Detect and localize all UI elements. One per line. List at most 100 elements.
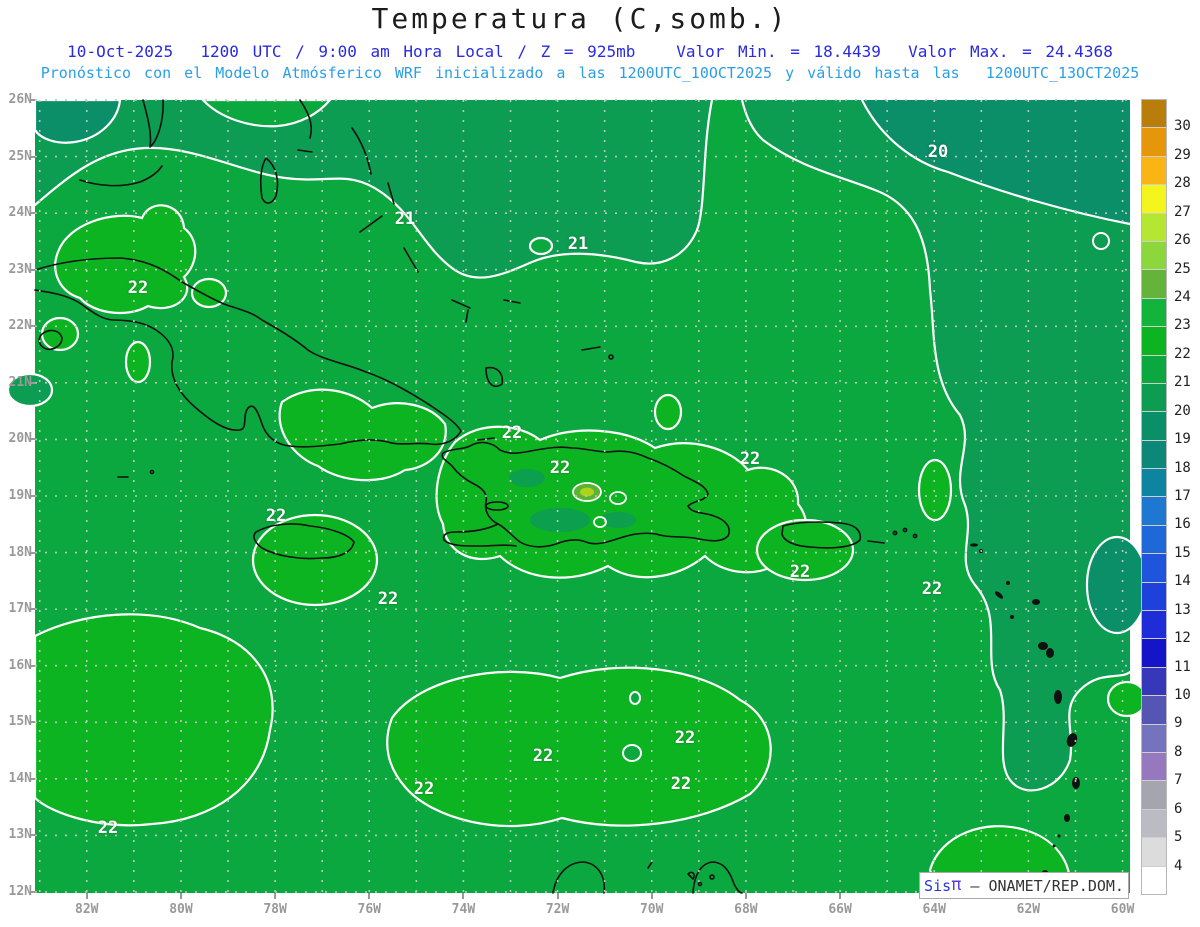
colorbar-block <box>1142 298 1166 328</box>
contour-value-label: 22 <box>921 579 943 599</box>
lon-tick <box>556 893 559 899</box>
colorbar-number: 26 <box>1174 232 1191 249</box>
colorbar-block <box>1142 667 1166 697</box>
lat-tick <box>30 381 35 384</box>
colorbar-number: 10 <box>1174 687 1191 703</box>
lat-label: 24N <box>8 205 32 221</box>
lon-tick <box>368 893 371 899</box>
lat-tick <box>30 438 35 441</box>
colorbar-block <box>1142 185 1166 214</box>
lon-tick <box>462 893 465 899</box>
contour-value-label: 22 <box>532 746 554 766</box>
colorbar-number: 5 <box>1174 829 1183 846</box>
colorbar-block <box>1142 781 1166 810</box>
colorbar-number: 25 <box>1174 260 1191 277</box>
colorbar-block <box>1142 866 1166 894</box>
colorbar-number: 29 <box>1174 146 1191 163</box>
colorbar-block <box>1142 412 1166 441</box>
pi-symbol: π <box>951 875 962 895</box>
contour-value-label: 22 <box>413 779 435 799</box>
lon-tick <box>650 893 653 899</box>
lat-tick <box>30 551 35 554</box>
colorbar-number: 27 <box>1174 203 1191 220</box>
lon-label: 72W <box>545 902 570 917</box>
colorbar-number: 13 <box>1174 601 1191 618</box>
lon-tick <box>274 893 277 899</box>
lat-tick <box>30 325 35 328</box>
lat-label: 20N <box>8 431 32 447</box>
colorbar-number: 24 <box>1174 289 1191 305</box>
contour-value-label: 22 <box>674 728 696 748</box>
colorbar-number: 20 <box>1174 402 1191 419</box>
temperature-colorbar <box>1141 99 1167 895</box>
weather-map-page: Temperatura (C,somb.) 10-Oct-2025 1200 U… <box>0 0 1200 927</box>
lon-label: 78W <box>263 902 287 917</box>
credit-sis: Sis <box>924 876 952 895</box>
lat-tick <box>30 155 35 158</box>
contour-value-label: 22 <box>549 458 571 478</box>
colorbar-number: 23 <box>1174 317 1191 334</box>
colorbar-block <box>1142 440 1166 470</box>
lon-tick <box>839 893 842 899</box>
contour-value-label: 21 <box>567 234 589 254</box>
lat-label: 26N <box>8 92 32 107</box>
colorbar-block <box>1142 525 1166 555</box>
contour-value-label: 20 <box>927 142 949 162</box>
colorbar-number: 12 <box>1174 630 1191 647</box>
lon-label: 60W <box>1110 902 1135 917</box>
colorbar-block <box>1142 696 1166 725</box>
lon-label: 74W <box>451 902 476 917</box>
colorbar-number: 14 <box>1174 573 1191 590</box>
colorbar-block <box>1142 100 1166 129</box>
colorbar-block <box>1142 213 1166 242</box>
lon-label: 80W <box>169 902 193 917</box>
colorbar-number: 4 <box>1174 857 1183 874</box>
lon-label: 68W <box>734 902 758 917</box>
contour-value-label: 22 <box>265 506 287 526</box>
colorbar-block <box>1142 809 1166 839</box>
contour-value-label: 22 <box>501 423 523 443</box>
colorbar-number: 18 <box>1174 459 1191 476</box>
colorbar-number: 15 <box>1174 544 1191 561</box>
credit-onamet: – ONAMET/REP.DOM. <box>961 876 1124 895</box>
colorbar-number: 8 <box>1174 743 1183 760</box>
contour-value-label: 22 <box>739 449 761 469</box>
colorbar-number: 16 <box>1174 516 1191 533</box>
colorbar-number: 6 <box>1174 800 1183 817</box>
colorbar-number: 17 <box>1174 488 1191 504</box>
lat-tick <box>30 721 35 724</box>
lat-tick <box>30 664 35 667</box>
lon-tick <box>179 893 182 899</box>
lon-label: 76W <box>357 902 381 917</box>
colorbar-number: 22 <box>1174 345 1191 362</box>
lat-label: 23N <box>8 261 32 277</box>
lon-label: 82W <box>75 902 99 917</box>
lat-label: 18N <box>8 544 32 560</box>
contour-value-label: 22 <box>789 562 811 582</box>
lat-tick <box>30 494 35 497</box>
lat-tick <box>30 777 35 780</box>
colorbar-block <box>1142 838 1166 867</box>
contour-value-label: 21 <box>394 209 416 229</box>
lat-label: 14N <box>8 770 32 786</box>
lat-label: 12N <box>8 883 32 899</box>
colorbar-number: 11 <box>1174 658 1191 675</box>
colorbar-block <box>1142 497 1166 526</box>
colorbar-number: 19 <box>1174 431 1191 448</box>
lon-label: 70W <box>639 902 664 917</box>
colorbar-block <box>1142 270 1166 299</box>
colorbar-block <box>1142 128 1166 157</box>
colorbar-number: 28 <box>1174 175 1191 192</box>
lat-tick <box>30 268 35 271</box>
credit-box: Sis π – ONAMET/REP.DOM. <box>919 872 1129 899</box>
contour-value-label: 22 <box>377 589 399 609</box>
lon-tick <box>744 893 747 899</box>
lat-label: 16N <box>8 657 32 673</box>
colorbar-block <box>1142 383 1166 413</box>
colorbar-number: 9 <box>1174 715 1183 732</box>
lat-label: 21N <box>8 374 32 390</box>
map-canvas <box>6 98 1149 895</box>
lat-tick <box>30 212 35 215</box>
contour-value-label: 22 <box>670 774 692 794</box>
colorbar-block <box>1142 156 1166 186</box>
